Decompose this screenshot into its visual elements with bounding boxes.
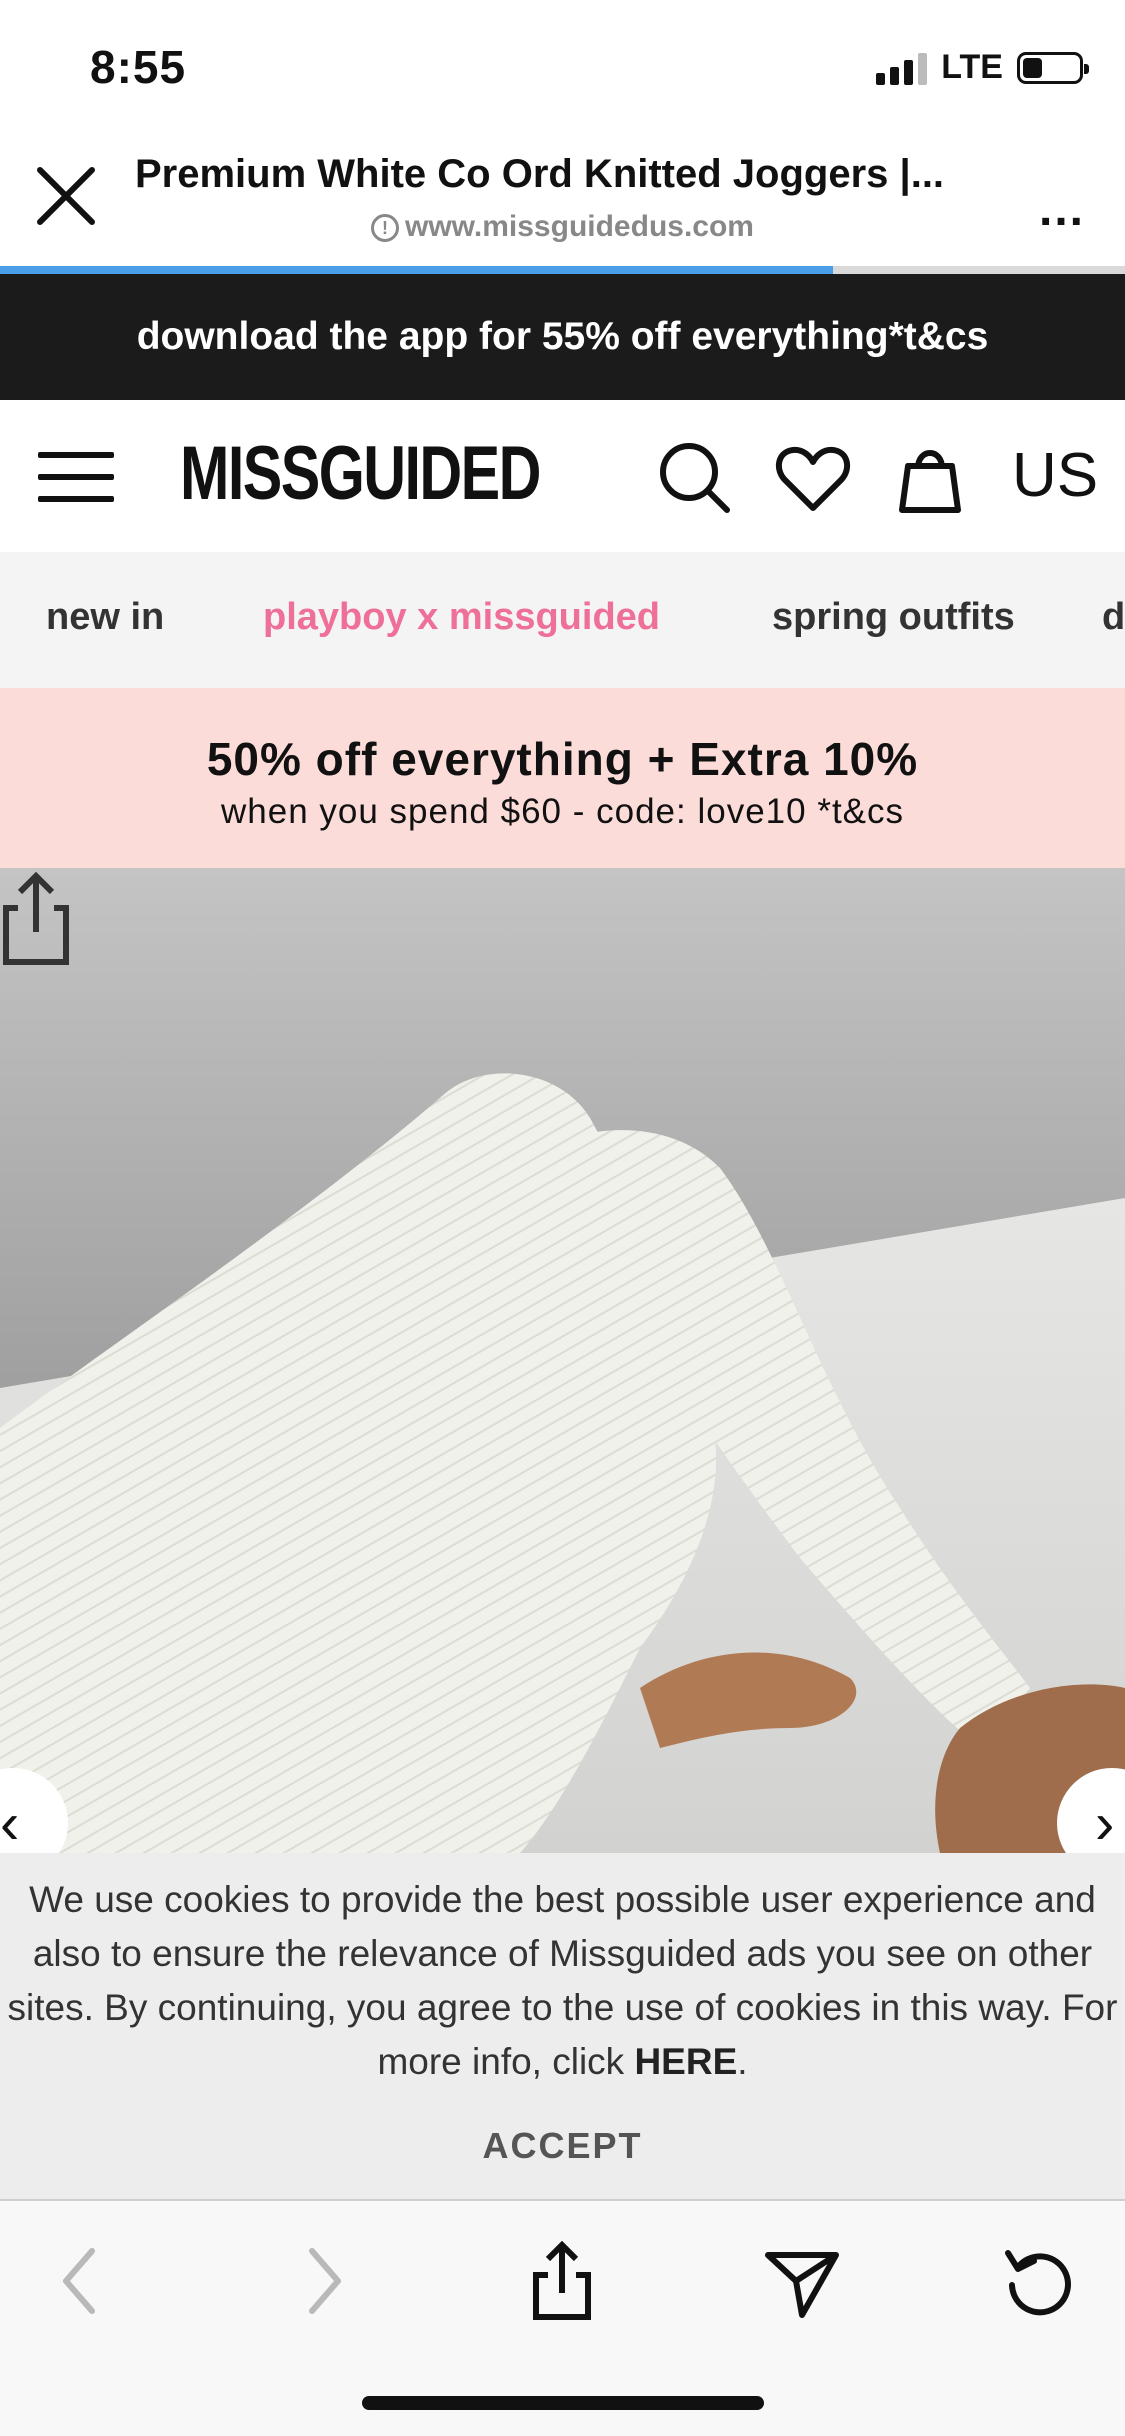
category-new-in[interactable]: new in bbox=[46, 596, 164, 639]
info-icon: ! bbox=[371, 214, 400, 242]
page-title: Premium White Co Ord Knitted Joggers |..… bbox=[135, 152, 945, 196]
category-spring-outfits[interactable]: spring outfits bbox=[772, 596, 1015, 639]
product-photo bbox=[0, 868, 1125, 1853]
status-indicators: LTE bbox=[876, 48, 1089, 87]
send-icon[interactable] bbox=[762, 2241, 842, 2321]
status-bar: 8:55 LTE bbox=[0, 0, 1125, 130]
load-progress-bar bbox=[0, 266, 833, 274]
reload-icon[interactable] bbox=[1000, 2241, 1080, 2321]
status-time: 8:55 bbox=[90, 41, 187, 93]
chevron-right-icon: › bbox=[1095, 1791, 1115, 1853]
product-image[interactable]: ‹ › bbox=[0, 868, 1125, 1853]
sale-banner[interactable]: 50% off everything + Extra 10% when you … bbox=[0, 688, 1125, 868]
share-icon[interactable] bbox=[522, 2241, 602, 2321]
menu-icon[interactable] bbox=[38, 452, 114, 502]
share-icon[interactable] bbox=[0, 868, 72, 968]
category-nav: new in playboy x missguided spring outfi… bbox=[0, 552, 1125, 688]
heart-icon[interactable] bbox=[773, 438, 853, 518]
back-arrow-icon[interactable] bbox=[42, 2241, 122, 2321]
app-banner-text: download the app for 55% off everything*… bbox=[136, 315, 989, 358]
app-download-banner[interactable]: download the app for 55% off everything*… bbox=[0, 274, 1125, 400]
cookie-here-link[interactable]: HERE bbox=[634, 2041, 737, 2082]
accept-cookies-button[interactable]: ACCEPT bbox=[0, 2125, 1125, 2167]
cookie-text: We use cookies to provide the best possi… bbox=[6, 1873, 1119, 2089]
page-url-bar[interactable]: ! www.missguidedus.com bbox=[0, 210, 1125, 244]
cookie-text-end: . bbox=[737, 2041, 748, 2082]
network-label: LTE bbox=[941, 48, 1003, 86]
home-indicator[interactable] bbox=[362, 2396, 764, 2410]
cookie-message: We use cookies to provide the best possi… bbox=[7, 1879, 1118, 2082]
more-button[interactable]: ... bbox=[1039, 182, 1085, 237]
search-icon[interactable] bbox=[655, 438, 735, 518]
site-logo[interactable]: MISSGUIDED bbox=[180, 430, 541, 517]
browser-header: Premium White Co Ord Knitted Joggers |..… bbox=[0, 130, 1125, 270]
sale-headline: 50% off everything + Extra 10% bbox=[206, 733, 919, 785]
signal-icon bbox=[876, 51, 928, 85]
region-selector[interactable]: US bbox=[1012, 440, 1098, 511]
bag-icon[interactable] bbox=[890, 438, 970, 518]
page-url: www.missguidedus.com bbox=[405, 210, 754, 243]
category-partial[interactable]: d bbox=[1102, 596, 1125, 639]
cookie-banner: We use cookies to provide the best possi… bbox=[0, 1853, 1125, 2201]
battery-icon bbox=[1017, 51, 1089, 84]
forward-arrow-icon[interactable] bbox=[282, 2241, 362, 2321]
site-header: MISSGUIDED US bbox=[0, 400, 1125, 552]
chevron-left-icon: ‹ bbox=[0, 1791, 20, 1853]
sale-subline: when you spend $60 - code: love10 *t&cs bbox=[220, 792, 905, 831]
category-playboy-x-missguided[interactable]: playboy x missguided bbox=[263, 596, 660, 639]
